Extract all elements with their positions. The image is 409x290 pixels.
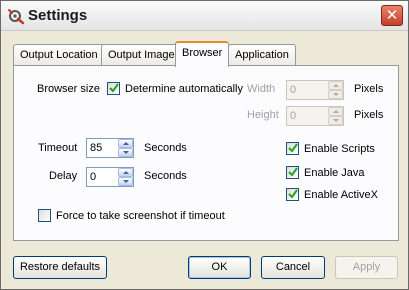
tab-output-image[interactable]: Output Image [101, 44, 182, 65]
width-value: 0 [290, 84, 297, 96]
delay-value[interactable]: 0 [90, 171, 96, 183]
delay-spinner-arrows [118, 168, 133, 186]
close-button[interactable]: ✕ [381, 5, 403, 26]
timeout-down-button[interactable] [118, 148, 133, 157]
arrow-up-icon [333, 110, 339, 113]
height-spinner[interactable]: 0 [286, 106, 344, 126]
ok-button[interactable]: OK [188, 256, 251, 279]
width-up-button[interactable] [328, 81, 343, 90]
close-icon: ✕ [385, 7, 399, 24]
title-bar[interactable]: Settings ✕ [1, 1, 408, 31]
restore-defaults-button[interactable]: Restore defaults [13, 256, 107, 279]
delay-label: Delay [49, 170, 78, 182]
delay-spinner[interactable]: 0 [86, 167, 134, 187]
arrow-down-icon [333, 93, 339, 96]
enable-activex-checkbox[interactable] [286, 188, 299, 201]
enable-scripts-label: Enable Scripts [304, 143, 375, 155]
settings-app-icon [8, 9, 25, 25]
arrow-down-icon [123, 151, 129, 154]
tab-output-location[interactable]: Output Location [13, 44, 105, 65]
height-label: Height [247, 109, 279, 121]
arrow-down-icon [123, 180, 129, 183]
determine-automatically-checkbox[interactable] [107, 82, 120, 95]
width-spinner[interactable]: 0 [286, 80, 344, 100]
checkmark-icon [288, 167, 298, 177]
timeout-up-button[interactable] [118, 139, 133, 148]
timeout-unit-label: Seconds [144, 142, 187, 154]
tab-application[interactable]: Application [228, 44, 296, 65]
timeout-spinner[interactable]: 85 [86, 138, 134, 158]
width-unit-label: Pixels [354, 83, 384, 95]
arrow-up-icon [123, 142, 129, 145]
force-screenshot-label: Force to take screenshot if timeout [56, 210, 225, 222]
height-spinner-arrows [328, 107, 343, 125]
settings-window: Settings ✕ Output Location Output Image … [0, 0, 409, 290]
determine-automatically-label: Determine automatically [125, 83, 243, 95]
checkmark-icon [288, 189, 298, 199]
delay-up-button[interactable] [118, 168, 133, 177]
browser-tab-panel: Browser size Determine automatically Wid… [13, 65, 399, 241]
enable-java-label: Enable Java [304, 167, 365, 179]
delay-down-button[interactable] [118, 177, 133, 186]
browser-size-label: Browser size [37, 83, 100, 95]
delay-unit-label: Seconds [144, 170, 187, 182]
width-spinner-arrows [328, 81, 343, 99]
width-label: Width [247, 83, 276, 95]
checkmark-icon [288, 143, 298, 153]
height-down-button[interactable] [328, 116, 343, 125]
timeout-spinner-arrows [118, 139, 133, 157]
enable-java-checkbox[interactable] [286, 166, 299, 179]
enable-activex-label: Enable ActiveX [304, 189, 378, 201]
height-value: 0 [290, 110, 297, 122]
enable-scripts-checkbox[interactable] [286, 142, 299, 155]
force-screenshot-checkbox[interactable] [38, 209, 51, 222]
timeout-value[interactable]: 85 [90, 142, 102, 154]
arrow-down-icon [333, 119, 339, 122]
apply-button[interactable]: Apply [335, 256, 398, 279]
tab-browser[interactable]: Browser [175, 41, 230, 67]
height-unit-label: Pixels [354, 109, 384, 121]
checkmark-icon [109, 83, 119, 93]
arrow-up-icon [333, 84, 339, 87]
timeout-label: Timeout [38, 142, 78, 154]
arrow-up-icon [123, 171, 129, 174]
height-up-button[interactable] [328, 107, 343, 116]
cancel-button[interactable]: Cancel [261, 256, 325, 279]
width-down-button[interactable] [328, 90, 343, 99]
window-title: Settings [28, 7, 88, 24]
